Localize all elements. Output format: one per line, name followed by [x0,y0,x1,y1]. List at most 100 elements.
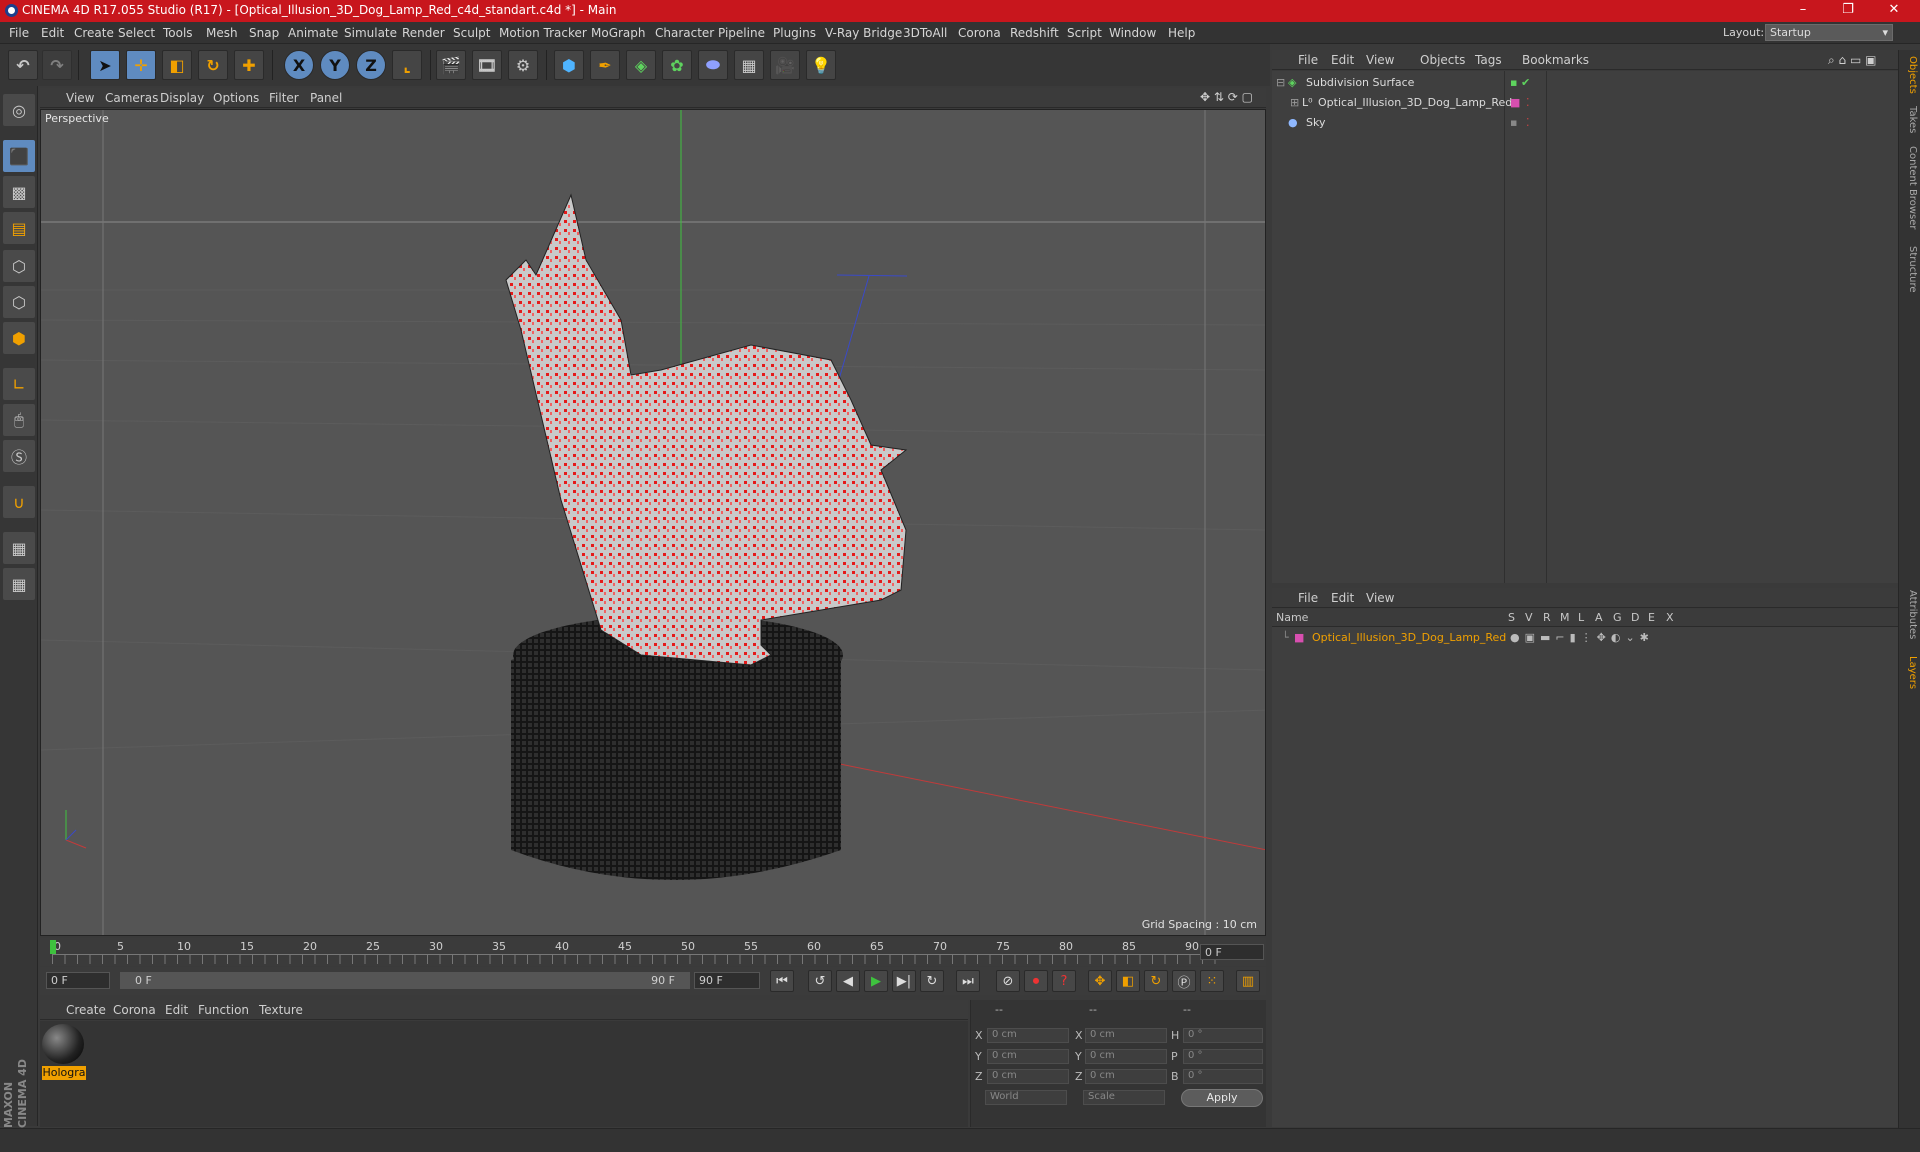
menu-script[interactable]: Script [1067,26,1102,40]
viewport-navigation-icon[interactable]: ✥ ⇅ ⟳ ▢ [1200,90,1253,104]
add-light-button[interactable]: 💡 [806,50,836,80]
texture-mode-button[interactable]: ▩ [3,176,35,208]
viewport-menu-options[interactable]: Options [213,91,259,105]
z-axis-lock-button[interactable]: Z [356,50,386,80]
magnet-button[interactable]: ∪ [3,486,35,518]
add-subdivision-button[interactable]: ◈ [626,50,656,80]
material-menu-function[interactable]: Function [198,1003,249,1017]
size-x-field[interactable]: 0 cm [1085,1028,1167,1043]
go-to-end-button[interactable]: ⏭ [956,970,980,992]
viewport-menu-display[interactable]: Display [160,91,204,105]
object-menu-tags[interactable]: Tags [1475,53,1502,67]
collapse-toggle-icon[interactable]: ⊟ [1276,76,1285,89]
points-mode-button[interactable]: ⬡ [3,250,35,282]
perspective-viewport[interactable]: Perspective Grid Spacing : 10 cm [40,109,1266,936]
menu-plugins[interactable]: Plugins [773,26,816,40]
visibility-dots-icon[interactable]: ⁚ [1526,116,1530,129]
close-button[interactable]: ✕ [1884,2,1904,20]
apply-button[interactable]: Apply [1181,1089,1263,1107]
y-axis-lock-button[interactable]: Y [320,50,350,80]
object-row[interactable]: ● Sky ▪ ⁚ [1272,113,1898,132]
tweak-mode-button[interactable]: 🖱 [3,404,35,436]
workplane-mode-button[interactable]: ▤ [3,212,35,244]
object-menu-file[interactable]: File [1298,53,1318,67]
key-scale-button[interactable]: ◧ [1116,970,1140,992]
previous-key-button[interactable]: ↺ [808,970,832,992]
add-floor-button[interactable]: ▦ [734,50,764,80]
scale-tool-button[interactable]: ◧ [162,50,192,80]
size-mode-dropdown[interactable]: Scale [1083,1090,1165,1105]
viewport-menu-view[interactable]: View [66,91,94,105]
tab-structure[interactable]: Structure [1902,246,1918,293]
layer-row[interactable]: └ ■ Optical_Illusion_3D_Dog_Lamp_Red ●▣▬… [1272,628,1898,646]
menu-mograph[interactable]: MoGraph [591,26,646,40]
layer-flags-icon[interactable]: ●▣▬⌐▮⋮✥◐⌄✱ [1510,631,1654,644]
menu-vray-bridge[interactable]: V-Ray Bridge [825,26,902,40]
minimize-button[interactable]: – [1793,2,1813,20]
autokey-button[interactable]: ? [1052,970,1076,992]
move-tool-button[interactable]: ✛ [126,50,156,80]
go-to-start-button[interactable]: ⏮ [770,970,794,992]
object-menu-edit[interactable]: Edit [1331,53,1354,67]
key-position-button[interactable]: ✥ [1088,970,1112,992]
object-menu-bookmarks[interactable]: Bookmarks [1522,53,1589,67]
coordinate-system-button[interactable]: ⌞ [392,50,422,80]
record-button[interactable]: ⏺ [1024,970,1048,992]
key-pla-button[interactable]: ⁙ [1200,970,1224,992]
snap-button[interactable]: Ⓢ [3,440,35,472]
viewport-menu-filter[interactable]: Filter [269,91,299,105]
redo-button[interactable]: ↷ [42,50,72,80]
add-mograph-button[interactable]: ✿ [662,50,692,80]
material-menu-create[interactable]: Create [66,1003,106,1017]
add-deformer-button[interactable]: ⬬ [698,50,728,80]
menu-tools[interactable]: Tools [163,26,193,40]
menu-help[interactable]: Help [1168,26,1195,40]
viewport-menu-panel[interactable]: Panel [310,91,342,105]
menu-render[interactable]: Render [402,26,445,40]
material-menu-edit[interactable]: Edit [165,1003,188,1017]
edges-mode-button[interactable]: ⬡ [3,286,35,318]
playhead-handle[interactable] [50,940,56,954]
menu-pipeline[interactable]: Pipeline [718,26,765,40]
menu-window[interactable]: Window [1109,26,1156,40]
transform-tool-button[interactable]: ✚ [234,50,264,80]
tab-objects[interactable]: Objects [1902,56,1918,94]
menu-sculpt[interactable]: Sculpt [453,26,490,40]
menu-select[interactable]: Select [118,26,155,40]
object-row[interactable]: ⊟ ◈ Subdivision Surface ▪ ✔ [1272,73,1898,92]
object-menu-objects[interactable]: Objects [1420,53,1465,67]
menu-character[interactable]: Character [655,26,714,40]
object-manager-tools-icon[interactable]: ⌕ ⌂ ▭ ▣ [1828,53,1876,68]
live-selection-button[interactable]: ➤ [90,50,120,80]
render-picture-viewer-button[interactable]: 🎞 [472,50,502,80]
timeline-window-button[interactable]: ▥ [1236,970,1260,992]
grid-lock-button[interactable]: ▦ [3,532,35,564]
next-frame-button[interactable]: ▶| [892,970,916,992]
tab-layers[interactable]: Layers [1902,656,1918,689]
frame-range-slider[interactable]: 0 F 90 F [120,972,690,989]
layout-dropdown[interactable]: Startup ▾ [1765,24,1893,41]
material-item[interactable]: Hologra [40,1021,90,1083]
layer-menu-file[interactable]: File [1298,591,1318,605]
key-rotation-button[interactable]: ↻ [1144,970,1168,992]
visibility-check-icon[interactable]: ▪ ✔ [1510,76,1530,89]
current-frame-field[interactable]: 0 F [1200,944,1264,960]
layer-menu-edit[interactable]: Edit [1331,591,1354,605]
material-menu-corona[interactable]: Corona [113,1003,156,1017]
start-frame-field[interactable]: 0 F [46,972,110,989]
key-parameter-button[interactable]: Ⓟ [1172,970,1196,992]
play-button[interactable]: ▶ [864,970,888,992]
menu-create[interactable]: Create [74,26,114,40]
position-z-field[interactable]: 0 cm [987,1069,1069,1084]
axis-mode-button[interactable]: ∟ [3,368,35,400]
menu-mesh[interactable]: Mesh [206,26,238,40]
keyframe-selection-button[interactable]: ⊘ [996,970,1020,992]
timeline[interactable]: 0 5 10 15 20 25 30 35 40 45 50 55 60 65 … [40,938,1266,966]
position-x-field[interactable]: 0 cm [987,1028,1069,1043]
grid-snap-button[interactable]: ▦ [3,568,35,600]
expand-toggle-icon[interactable]: ⊞ [1290,96,1299,109]
material-menu-texture[interactable]: Texture [259,1003,303,1017]
timeline-track[interactable] [52,954,1222,964]
menu-motion-tracker[interactable]: Motion Tracker [499,26,587,40]
viewport-menu-cameras[interactable]: Cameras [105,91,158,105]
